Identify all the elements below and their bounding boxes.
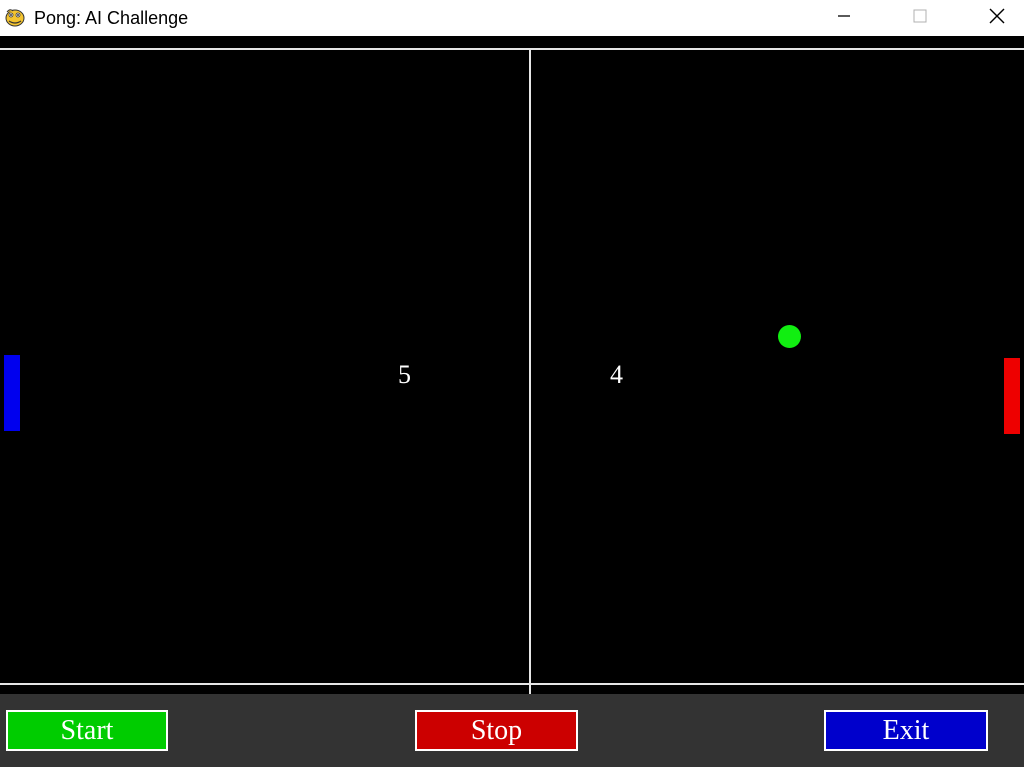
control-bar: Start Stop Exit bbox=[0, 694, 1024, 767]
game-window: Pong: AI Challenge 5 4 Start Stop Exit bbox=[0, 0, 1024, 767]
maximize-button[interactable] bbox=[891, 0, 949, 36]
game-court: 5 4 bbox=[0, 36, 1024, 696]
window-title: Pong: AI Challenge bbox=[34, 8, 189, 28]
title-bar[interactable]: Pong: AI Challenge bbox=[0, 0, 1024, 36]
center-line bbox=[529, 48, 531, 694]
pygame-snake-icon bbox=[4, 6, 26, 28]
exit-button[interactable]: Exit bbox=[824, 710, 988, 751]
stop-button[interactable]: Stop bbox=[415, 710, 578, 751]
right-paddle bbox=[1004, 358, 1020, 434]
maximize-icon bbox=[913, 9, 927, 28]
score-left: 5 bbox=[398, 360, 411, 389]
score-right: 4 bbox=[610, 360, 623, 389]
close-icon bbox=[989, 8, 1005, 29]
ball bbox=[778, 325, 801, 348]
court-top-line bbox=[0, 48, 1024, 50]
minimize-button[interactable] bbox=[815, 0, 873, 36]
left-paddle bbox=[4, 355, 20, 431]
start-button[interactable]: Start bbox=[6, 710, 168, 751]
court-bottom-line bbox=[0, 683, 1024, 685]
close-button[interactable] bbox=[968, 0, 1024, 36]
minimize-icon bbox=[837, 9, 851, 28]
